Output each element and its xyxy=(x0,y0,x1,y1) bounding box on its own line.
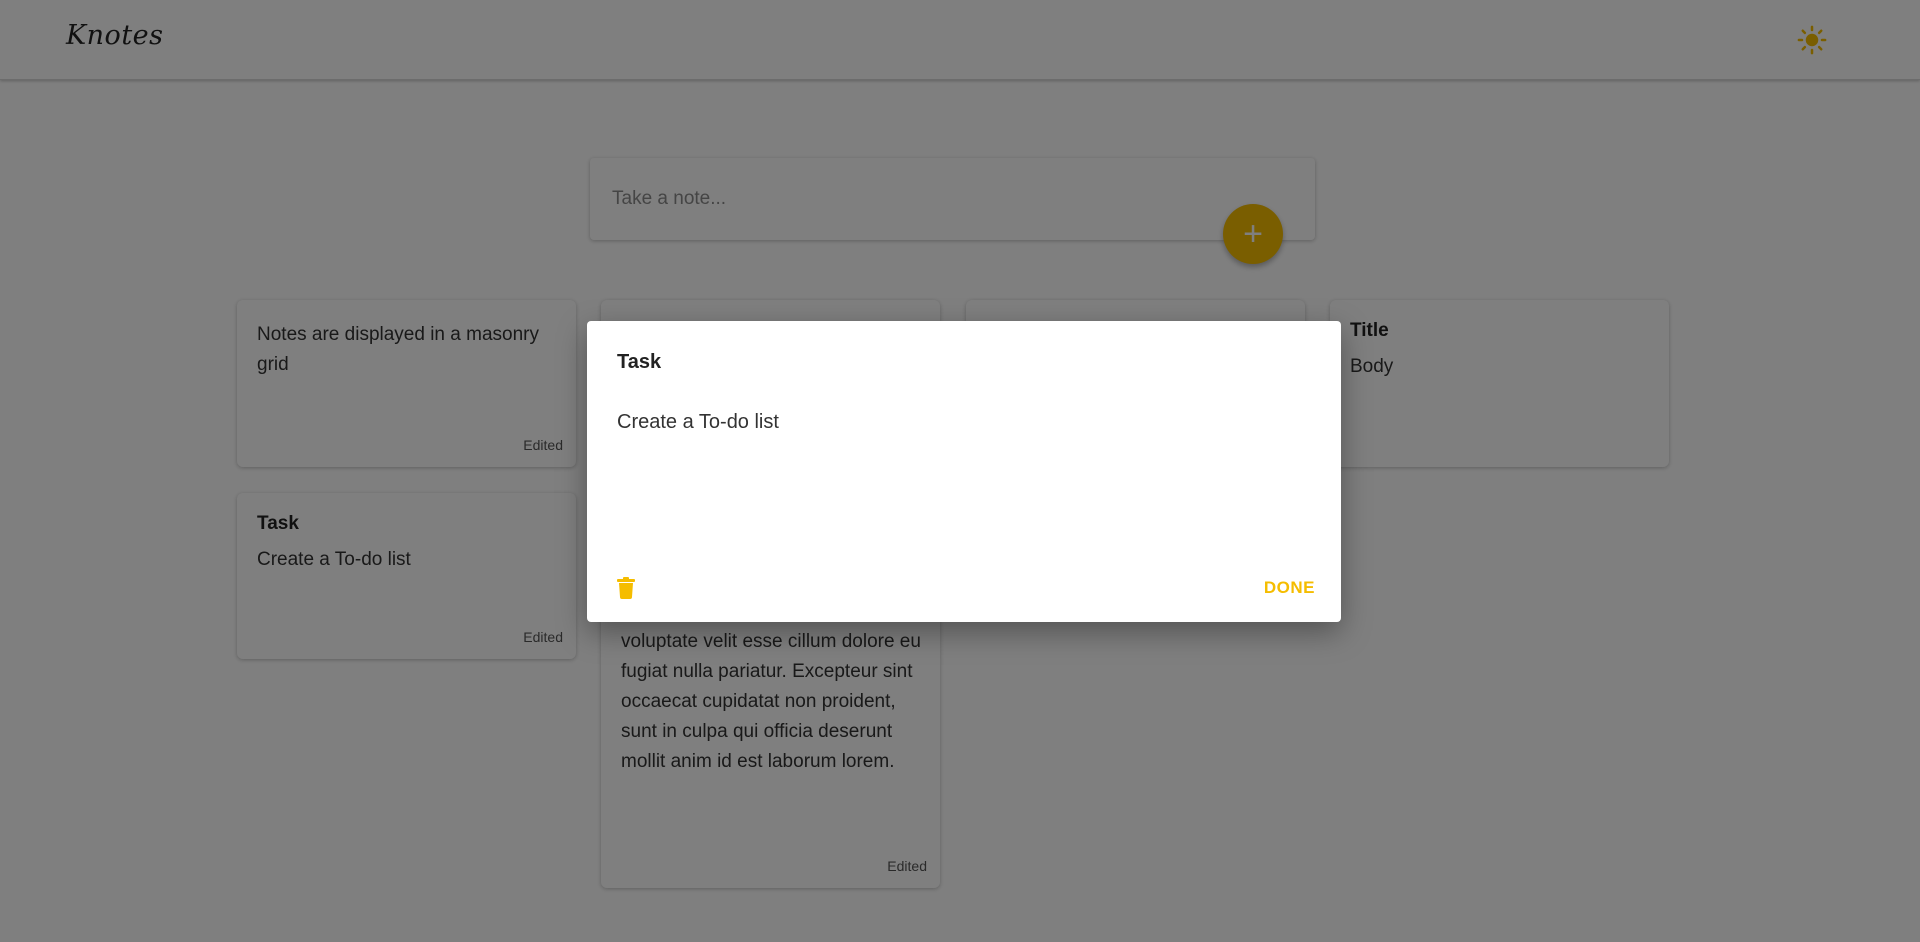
done-button[interactable]: DONE xyxy=(1264,575,1315,601)
delete-note-button[interactable] xyxy=(615,575,637,601)
trash-icon xyxy=(617,577,635,599)
app: Knotes + Notes are dis xyxy=(0,0,1920,942)
dialog-note-body[interactable]: Create a To-do list xyxy=(617,411,779,434)
edit-note-dialog: Task Create a To-do list DONE xyxy=(587,321,1341,622)
dialog-note-title[interactable]: Task xyxy=(617,351,661,374)
